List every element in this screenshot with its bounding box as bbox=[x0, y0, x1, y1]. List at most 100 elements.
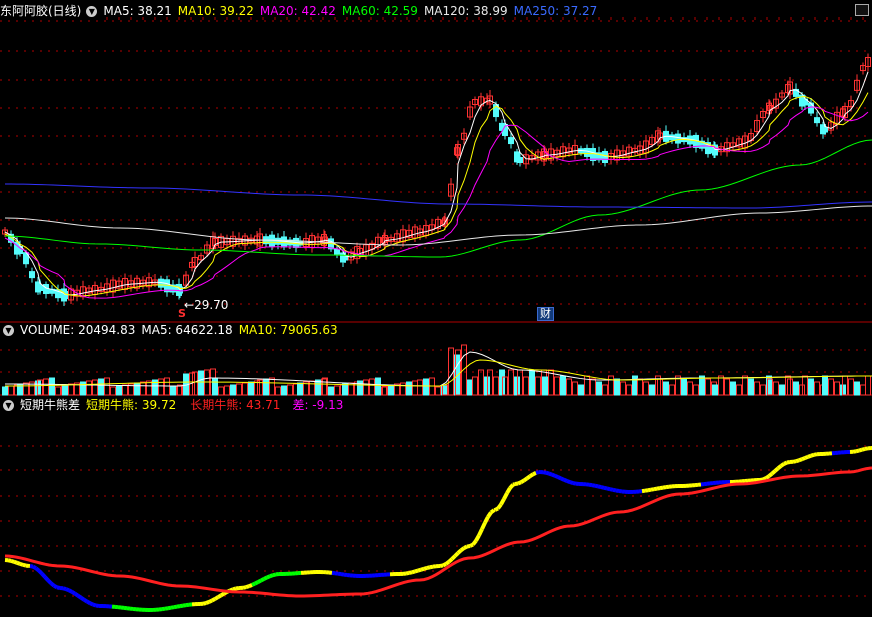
short-bullbear-segment bbox=[49, 581, 56, 588]
volume-bar bbox=[614, 378, 620, 396]
short-bullbear-segment bbox=[594, 483, 599, 489]
short-bullbear-segment bbox=[447, 557, 454, 564]
short-bullbear-segment bbox=[591, 483, 596, 488]
short-bullbear-segment bbox=[532, 471, 537, 477]
short-bullbear-segment bbox=[560, 476, 565, 482]
volume-bar bbox=[808, 378, 814, 396]
short-bullbear-segment bbox=[517, 480, 522, 486]
short-bullbear-segment bbox=[82, 597, 89, 604]
short-bullbear-segment bbox=[272, 572, 277, 578]
short-bullbear-segment bbox=[219, 591, 226, 598]
short-bullbear-segment bbox=[456, 548, 463, 555]
volume-bar bbox=[23, 382, 29, 396]
volume-bar bbox=[375, 377, 381, 396]
short-bullbear-segment bbox=[405, 570, 410, 576]
short-bullbear-segment bbox=[609, 487, 614, 492]
volume-bar bbox=[198, 370, 204, 396]
short-bullbear-segment bbox=[216, 593, 223, 599]
short-bullbear-segment bbox=[855, 448, 860, 454]
volume-bar bbox=[596, 381, 602, 396]
volume-bar bbox=[793, 381, 799, 396]
stock-chart[interactable] bbox=[0, 0, 872, 617]
volume-bar bbox=[110, 386, 116, 396]
short-bullbear-segment bbox=[73, 592, 80, 598]
short-bullbear-segment bbox=[414, 568, 419, 574]
short-bullbear-segment bbox=[792, 459, 797, 464]
short-bullbear-segment bbox=[861, 447, 866, 452]
chevron-down-icon[interactable]: ▼ bbox=[86, 6, 98, 17]
volume-bar bbox=[681, 378, 687, 396]
short-bullbear-segment bbox=[450, 554, 457, 561]
diff-value: 差: -9.13 bbox=[292, 398, 344, 412]
short-bullbear-segment bbox=[773, 466, 780, 473]
volume-bar bbox=[649, 384, 655, 396]
short-bullbear-segment bbox=[786, 460, 791, 465]
volume-value: VOLUME: 20494.83 bbox=[20, 323, 136, 337]
volume-bar bbox=[712, 384, 718, 396]
ma10-line bbox=[4, 92, 869, 297]
volume-bar bbox=[400, 382, 406, 396]
short-bullbear-segment bbox=[7, 558, 12, 563]
volume-bar bbox=[92, 379, 98, 396]
short-bullbear-segment bbox=[426, 565, 431, 570]
short-bullbear-segment bbox=[442, 562, 447, 568]
short-bullbear-segment bbox=[202, 601, 207, 606]
candle-body bbox=[814, 117, 820, 124]
short-bullbear-segment bbox=[770, 469, 777, 476]
short-bullbear-segment bbox=[417, 567, 422, 573]
short-bullbear-segment bbox=[606, 486, 611, 492]
short-bullbear-segment bbox=[469, 542, 474, 548]
short-bullbear-segment bbox=[56, 585, 61, 590]
short-bullbear-segment bbox=[420, 566, 425, 572]
short-bullbear-segment bbox=[572, 481, 577, 486]
short-bullbear-segment bbox=[852, 449, 857, 454]
short-bullbear-segment bbox=[208, 598, 213, 604]
short-bullbear-segment bbox=[65, 587, 70, 593]
volume-bar bbox=[164, 377, 170, 396]
short-bullbear-segment bbox=[53, 583, 58, 590]
short-bullbear-segment bbox=[13, 559, 18, 565]
short-bullbear-segment bbox=[566, 479, 571, 485]
short-bullbear-segment bbox=[474, 534, 481, 542]
candle-body bbox=[808, 102, 814, 114]
short-bullbear-segment bbox=[807, 453, 812, 459]
short-bullbear-segment bbox=[92, 602, 97, 608]
short-bullbear-segment bbox=[29, 564, 34, 569]
volume-bar bbox=[669, 384, 675, 396]
short-bullbear-segment bbox=[205, 600, 210, 605]
volume-bar bbox=[705, 378, 711, 396]
short-bullbear-segment bbox=[548, 471, 553, 477]
chevron-down-icon[interactable]: ▼ bbox=[3, 400, 14, 411]
volume-bar bbox=[297, 382, 303, 396]
short-bullbear-segment bbox=[439, 563, 444, 568]
short-bullbear-segment bbox=[86, 599, 91, 605]
volume-bar bbox=[134, 382, 140, 396]
volume-bar bbox=[315, 379, 321, 396]
long-value: 长期牛熊: 43.71 bbox=[190, 398, 281, 412]
short-bullbear-segment bbox=[801, 456, 806, 462]
signal-marker[interactable]: S bbox=[178, 307, 186, 320]
volume-bar bbox=[242, 382, 248, 396]
volume-bar bbox=[748, 378, 754, 396]
short-bullbear-segment bbox=[423, 566, 428, 571]
short-bullbear-segment bbox=[519, 478, 526, 484]
vol-ma10-value: MA10: 79065.63 bbox=[238, 323, 338, 337]
short-bullbear-segment bbox=[266, 574, 271, 580]
short-bullbear-segment bbox=[798, 457, 803, 463]
volume-bar bbox=[472, 376, 478, 396]
finance-marker[interactable]: 财 bbox=[537, 307, 554, 321]
short-bullbear-segment bbox=[505, 487, 512, 495]
volume-bar bbox=[2, 386, 8, 396]
short-bullbear-segment bbox=[70, 590, 77, 596]
candle-body bbox=[508, 137, 514, 145]
volume-ma10-line bbox=[4, 359, 872, 387]
candle-body bbox=[669, 134, 675, 141]
short-bullbear-segment bbox=[545, 470, 550, 476]
short-bullbear-segment bbox=[19, 561, 24, 567]
chevron-down-icon[interactable]: ▼ bbox=[3, 325, 14, 336]
candle-body bbox=[602, 151, 608, 163]
volume-bar bbox=[281, 385, 287, 396]
short-bullbear-segment bbox=[263, 575, 268, 581]
volume-bar bbox=[779, 384, 785, 396]
volume-bar bbox=[854, 381, 860, 396]
